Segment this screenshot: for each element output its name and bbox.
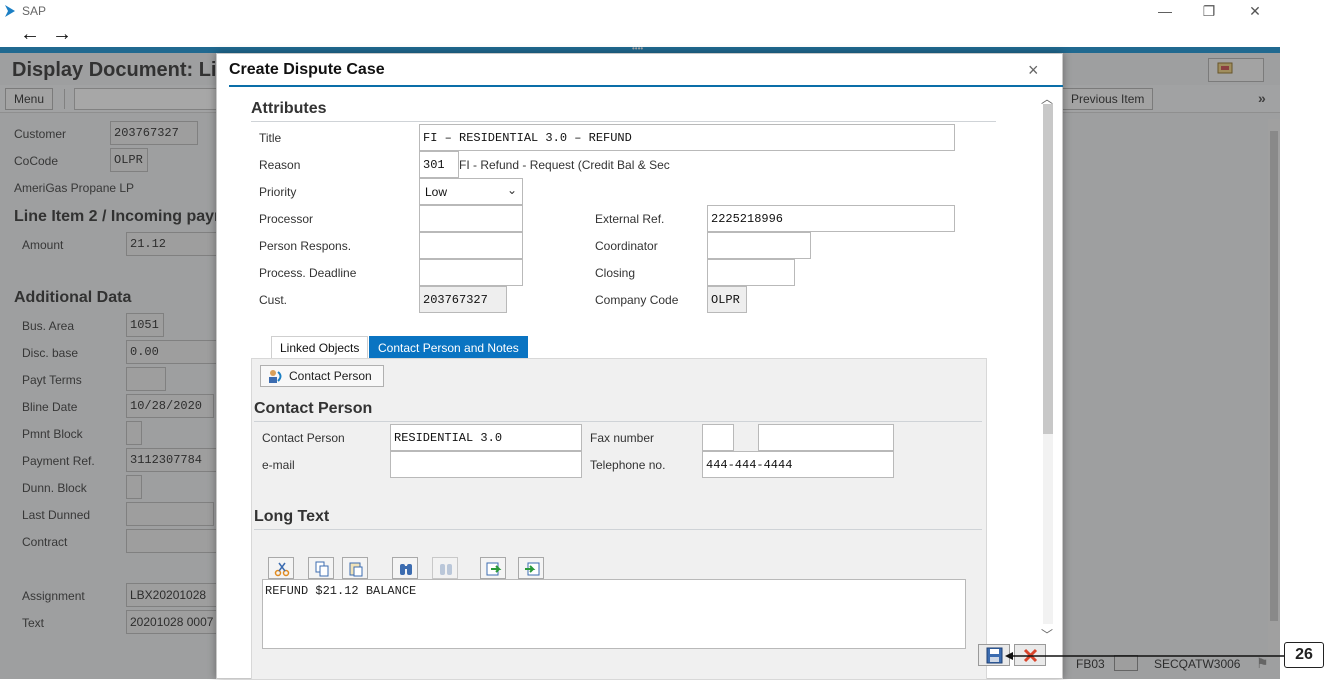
- import-button[interactable]: [480, 557, 506, 579]
- tab-contact-person-notes[interactable]: Contact Person and Notes: [369, 336, 528, 358]
- attributes-divider: [251, 121, 996, 122]
- coordinator-label: Coordinator: [595, 239, 658, 253]
- binoculars-icon: [400, 564, 412, 575]
- contact-person-input[interactable]: RESIDENTIAL 3.0: [390, 424, 582, 451]
- processor-input[interactable]: [419, 205, 523, 232]
- closing-input[interactable]: [707, 259, 795, 286]
- coordinator-input[interactable]: [707, 232, 811, 259]
- app-title: SAP: [22, 4, 47, 18]
- long-text-editor[interactable]: REFUND $21.12 BALANCE: [262, 579, 966, 649]
- cust-field: 203767327: [419, 286, 507, 313]
- copy-icon: [315, 561, 329, 577]
- close-window-button[interactable]: ✕: [1240, 2, 1270, 20]
- closing-label: Closing: [595, 266, 636, 280]
- sap-logo-icon: [5, 5, 15, 17]
- contact-person-button[interactable]: Contact Person: [260, 365, 384, 387]
- scroll-down-icon[interactable]: ﹀: [1041, 626, 1053, 643]
- reason-description: FI - Refund - Request (Credit Bal & Sec: [459, 158, 670, 172]
- restore-button[interactable]: ❐: [1194, 2, 1224, 20]
- reason-label: Reason: [259, 158, 301, 172]
- create-dispute-dialog: Create Dispute Case × Attributes Title F…: [216, 53, 1063, 680]
- close-icon[interactable]: ×: [1028, 60, 1039, 81]
- dialog-title: Create Dispute Case: [229, 61, 385, 78]
- callout-badge: 26: [1284, 642, 1324, 668]
- long-text-heading: Long Text: [254, 508, 330, 525]
- copy-button[interactable]: [308, 557, 334, 579]
- dialog-scrollbar[interactable]: ︿ ﹀: [1041, 90, 1053, 643]
- process-deadline-label: Process. Deadline: [259, 266, 357, 280]
- contact-person-divider: [254, 421, 982, 422]
- long-text-divider: [254, 529, 982, 530]
- minimize-button[interactable]: —: [1150, 2, 1180, 20]
- title-label: Title: [259, 131, 282, 145]
- external-ref-label: External Ref.: [595, 212, 665, 226]
- window-titlebar: SAP — ❐ ✕: [0, 0, 1280, 23]
- email-label: e-mail: [262, 458, 295, 472]
- cust-label: Cust.: [259, 293, 288, 307]
- external-ref-input[interactable]: 2225218996: [707, 205, 955, 232]
- download-icon: [525, 562, 540, 576]
- contact-person-button-label: Contact Person: [289, 369, 372, 383]
- upload-icon: [486, 562, 502, 576]
- fax-label: Fax number: [590, 431, 655, 445]
- cut-button[interactable]: [268, 557, 294, 579]
- forward-arrow-icon[interactable]: →: [48, 23, 76, 47]
- process-deadline-input[interactable]: [419, 259, 523, 286]
- scissors-icon: [274, 562, 290, 577]
- telephone-input[interactable]: 444-444-4444: [702, 451, 894, 478]
- contact-person-heading: Contact Person: [254, 400, 373, 417]
- save-icon: [986, 647, 1003, 664]
- attributes-heading: Attributes: [251, 100, 327, 117]
- contact-person-icon: [269, 370, 282, 383]
- back-arrow-icon[interactable]: ←: [16, 23, 44, 47]
- title-divider: [229, 85, 1063, 87]
- processor-label: Processor: [259, 212, 314, 226]
- find-next-button[interactable]: [432, 557, 458, 579]
- paste-icon: [349, 562, 363, 577]
- reason-code-input[interactable]: 301: [419, 151, 459, 178]
- priority-label: Priority: [259, 185, 297, 199]
- company-code-label: Company Code: [595, 293, 679, 307]
- priority-value: Low: [425, 185, 448, 199]
- company-code-field: OLPR: [707, 286, 747, 313]
- title-input[interactable]: FI – RESIDENTIAL 3.0 – REFUND: [419, 124, 955, 151]
- tab-panel: Contact Person Contact Person Contact Pe…: [251, 358, 987, 680]
- telephone-label: Telephone no.: [590, 458, 666, 472]
- export-button[interactable]: [518, 557, 544, 579]
- paste-button[interactable]: [342, 557, 368, 579]
- callout-arrow: [1005, 652, 1285, 660]
- contact-person-label: Contact Person: [262, 431, 345, 445]
- scroll-thumb[interactable]: [1043, 104, 1053, 434]
- fax-number-input[interactable]: [758, 424, 894, 451]
- chevron-down-icon: ⌄: [506, 183, 517, 197]
- person-respons-input[interactable]: [419, 232, 523, 259]
- email-input[interactable]: [390, 451, 582, 478]
- priority-select[interactable]: Low ⌄: [419, 178, 523, 205]
- find-button[interactable]: [392, 557, 418, 579]
- long-text-content: REFUND $21.12 BALANCE: [265, 584, 417, 598]
- tab-linked-objects[interactable]: Linked Objects: [271, 336, 369, 358]
- person-respons-label: Person Respons.: [259, 239, 352, 253]
- find-next-icon: [440, 564, 452, 575]
- fax-country-input[interactable]: [702, 424, 734, 451]
